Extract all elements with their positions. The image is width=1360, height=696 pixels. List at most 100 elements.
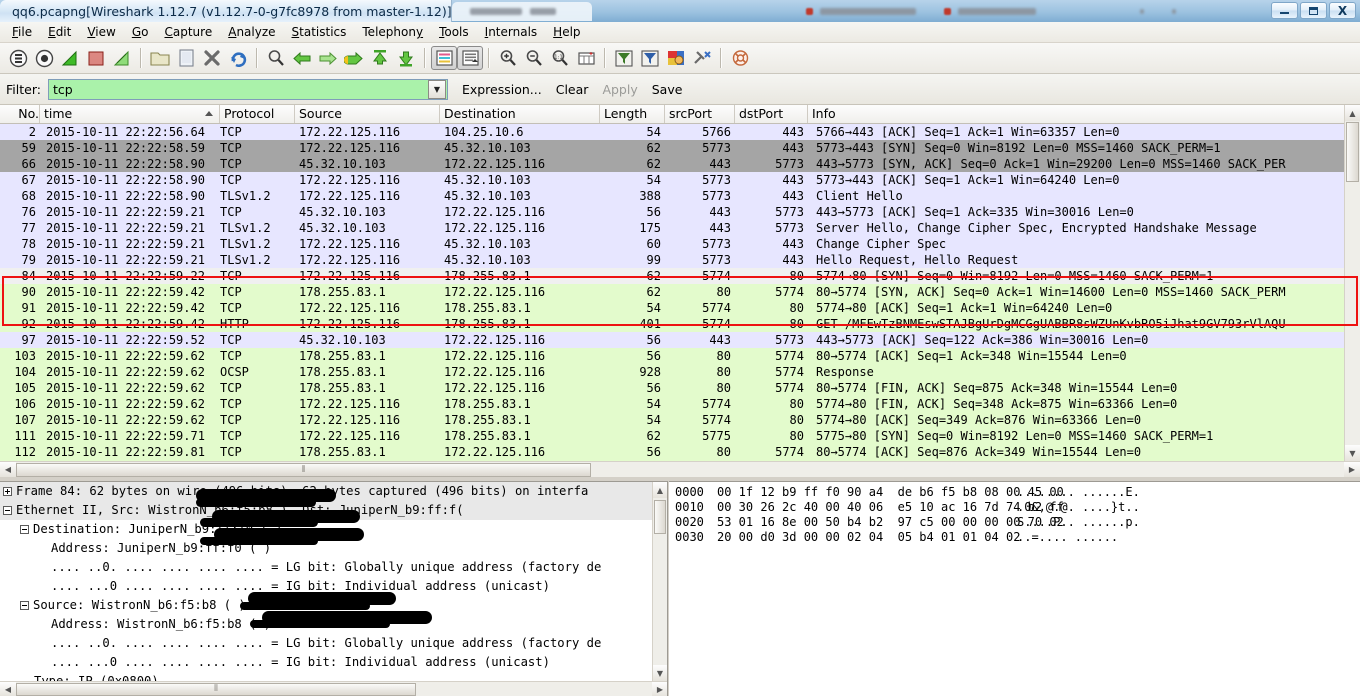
column-header-time[interactable]: time <box>40 105 220 123</box>
details-horizontal-track[interactable] <box>416 681 652 696</box>
filter-expression-button[interactable]: Expression... <box>462 82 542 97</box>
details-scroll-left-icon[interactable]: ◀ <box>0 682 16 696</box>
packet-list-row[interactable]: 103 2015-10-11 22:22:59.62 TCP 178.255.83.1… <box>0 348 1360 364</box>
packet-list-row[interactable]: 66 2015-10-11 22:22:58.90 TCP 45.32.10.103 1… <box>0 156 1360 172</box>
save-file-icon[interactable] <box>173 46 199 70</box>
packet-list-row[interactable]: 76 2015-10-11 22:22:59.21 TCP 45.32.10.103 1… <box>0 204 1360 220</box>
scroll-up-arrow-icon[interactable]: ▲ <box>1345 105 1360 121</box>
close-button[interactable]: X <box>1329 2 1356 19</box>
hex-dump-row[interactable]: 0020 53 01 16 8e 00 50 b4 b2 97 c5 00 00 … <box>669 515 1360 530</box>
menu-file[interactable]: File <box>4 23 40 41</box>
packet-list-horizontal-scrollbar[interactable]: ◀ ⦀ ▶ <box>0 461 1360 477</box>
details-horizontal-thumb[interactable]: ⦀ <box>16 682 416 696</box>
interfaces-icon[interactable] <box>5 46 31 70</box>
horizontal-scroll-track[interactable] <box>591 462 1344 477</box>
reload-icon[interactable] <box>225 46 251 70</box>
hex-dump-row[interactable]: 0000 00 1f 12 b9 ff f0 90 a4 de b6 f5 b8 … <box>669 485 1360 500</box>
menu-analyze[interactable]: Analyze <box>220 23 283 41</box>
detail-tree-row[interactable]: .... ..0. .... .... .... .... = LG bit: … <box>0 634 667 653</box>
go-first-packet-icon[interactable] <box>367 46 393 70</box>
packet-list-row[interactable]: 59 2015-10-11 22:22:58.59 TCP 172.22.125.11… <box>0 140 1360 156</box>
menu-help[interactable]: Help <box>545 23 588 41</box>
filter-clear-button[interactable]: Clear <box>556 82 589 97</box>
packet-list-row[interactable]: 79 2015-10-11 22:22:59.21 TLSv1.2 172.22.12… <box>0 252 1360 268</box>
packet-list-row[interactable]: 97 2015-10-11 22:22:59.52 TCP 45.32.10.103 1… <box>0 332 1360 348</box>
column-header-source[interactable]: Source <box>295 105 440 123</box>
open-file-icon[interactable] <box>147 46 173 70</box>
capture-options-icon[interactable] <box>31 46 57 70</box>
auto-scroll-icon[interactable] <box>457 46 483 70</box>
stop-capture-icon[interactable] <box>83 46 109 70</box>
hex-dump-row[interactable]: 0030 20 00 d0 3d 00 00 02 04 05 b4 01 01 … <box>669 530 1360 545</box>
find-packet-icon[interactable] <box>263 46 289 70</box>
details-horizontal-scrollbar[interactable]: ◀ ⦀ ▶ <box>0 681 667 696</box>
column-header-srcport[interactable]: srcPort <box>665 105 735 123</box>
preferences-icon[interactable] <box>689 46 715 70</box>
details-scroll-down-icon[interactable]: ▼ <box>653 665 667 681</box>
detail-tree-row[interactable]: .... ...0 .... .... .... .... = IG bit: … <box>0 653 667 672</box>
packet-list-row[interactable]: 77 2015-10-11 22:22:59.21 TLSv1.2 45.32.10.… <box>0 220 1360 236</box>
scroll-right-arrow-icon[interactable]: ▶ <box>1344 462 1360 477</box>
column-header-protocol[interactable]: Protocol <box>220 105 295 123</box>
packet-list-row[interactable]: 105 2015-10-11 22:22:59.62 TCP 178.255.83.1… <box>0 380 1360 396</box>
packet-list-row[interactable]: 104 2015-10-11 22:22:59.62 OCSP 178.255.83.… <box>0 364 1360 380</box>
packet-list-row[interactable]: 112 2015-10-11 22:22:59.81 TCP 178.255.83.1… <box>0 444 1360 460</box>
menu-statistics[interactable]: Statistics <box>284 23 355 41</box>
details-scroll-thumb[interactable] <box>654 500 666 534</box>
packet-list-row[interactable]: 92 2015-10-11 22:22:59.42 HTTP 172.22.125.1… <box>0 316 1360 332</box>
go-forward-icon[interactable] <box>315 46 341 70</box>
details-scroll-right-icon[interactable]: ▶ <box>652 682 667 696</box>
zoom-in-icon[interactable] <box>495 46 521 70</box>
go-back-icon[interactable] <box>289 46 315 70</box>
collapse-icon[interactable] <box>3 506 12 515</box>
restart-capture-icon[interactable] <box>109 46 135 70</box>
packet-list-row[interactable]: 106 2015-10-11 22:22:59.62 TCP 172.22.125.1… <box>0 396 1360 412</box>
column-header-length[interactable]: Length <box>600 105 665 123</box>
packet-list-row[interactable]: 67 2015-10-11 22:22:58.90 TCP 172.22.125.11… <box>0 172 1360 188</box>
packet-list-row[interactable]: 78 2015-10-11 22:22:59.21 TLSv1.2 172.22.12… <box>0 236 1360 252</box>
menu-tools[interactable]: Tools <box>431 23 477 41</box>
menu-view[interactable]: View <box>79 23 123 41</box>
collapse-icon[interactable] <box>20 601 29 610</box>
packet-list-row[interactable]: 84 2015-10-11 22:22:59.22 TCP 172.22.125.11… <box>0 268 1360 284</box>
column-header-dstport[interactable]: dstPort <box>735 105 808 123</box>
close-file-icon[interactable] <box>199 46 225 70</box>
display-filter-input[interactable]: tcp ▼ <box>47 78 448 100</box>
coloring-rules-icon[interactable] <box>663 46 689 70</box>
column-header-info[interactable]: Info <box>808 105 1360 123</box>
zoom-reset-icon[interactable]: 1:1 <box>547 46 573 70</box>
filter-value-text[interactable]: tcp <box>49 82 428 97</box>
packet-list-row[interactable]: 111 2015-10-11 22:22:59.71 TCP 172.22.125.1… <box>0 428 1360 444</box>
packet-list-row[interactable]: 91 2015-10-11 22:22:59.42 TCP 172.22.125.11… <box>0 300 1360 316</box>
column-header-no[interactable]: No. <box>0 105 40 123</box>
colorize-icon[interactable] <box>431 46 457 70</box>
column-header-destination[interactable]: Destination <box>440 105 600 123</box>
packet-list-row[interactable]: 107 2015-10-11 22:22:59.62 TCP 172.22.125.1… <box>0 412 1360 428</box>
hex-dump-row[interactable]: 0010 00 30 26 2c 40 00 40 06 e5 10 ac 16 … <box>669 500 1360 515</box>
filter-save-button[interactable]: Save <box>652 82 683 97</box>
zoom-out-icon[interactable] <box>521 46 547 70</box>
filter-apply-button[interactable]: Apply <box>602 82 637 97</box>
vertical-scroll-thumb[interactable] <box>1346 122 1359 182</box>
packet-list-row[interactable]: 2 2015-10-11 22:22:56.64 TCP 172.22.125.116… <box>0 124 1360 140</box>
display-filter-icon[interactable] <box>637 46 663 70</box>
resize-columns-icon[interactable] <box>573 46 599 70</box>
menu-telephony[interactable]: Telephony <box>354 23 431 41</box>
menu-go[interactable]: Go <box>124 23 157 41</box>
menu-edit[interactable]: Edit <box>40 23 79 41</box>
go-to-packet-icon[interactable] <box>341 46 367 70</box>
collapse-icon[interactable] <box>20 525 29 534</box>
maximize-button[interactable] <box>1300 2 1327 19</box>
minimize-button[interactable] <box>1271 2 1298 19</box>
go-last-packet-icon[interactable] <box>393 46 419 70</box>
filter-history-dropdown-button[interactable]: ▼ <box>427 79 446 99</box>
scroll-left-arrow-icon[interactable]: ◀ <box>0 462 16 477</box>
packet-list-vertical-scrollbar[interactable]: ▲ ▼ <box>1344 105 1360 461</box>
details-scroll-up-icon[interactable]: ▲ <box>653 482 667 498</box>
capture-filter-icon[interactable] <box>611 46 637 70</box>
scroll-down-arrow-icon[interactable]: ▼ <box>1345 445 1360 461</box>
menu-internals[interactable]: Internals <box>477 23 546 41</box>
detail-tree-row[interactable]: .... ..0. .... .... .... .... = LG bit: … <box>0 558 667 577</box>
details-vertical-scrollbar[interactable]: ▲ ▼ <box>652 482 667 681</box>
packet-list-row[interactable]: 90 2015-10-11 22:22:59.42 TCP 178.255.83.1 1… <box>0 284 1360 300</box>
